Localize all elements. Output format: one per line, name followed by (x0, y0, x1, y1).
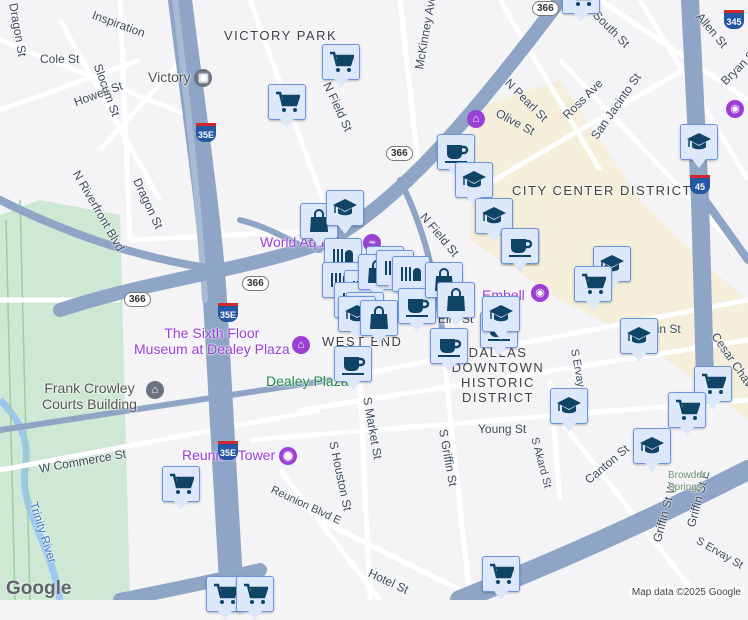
district-victory-park: VICTORY PARK (224, 28, 338, 43)
place-sixth-floor-museum[interactable]: The Sixth Floor Museum at Dealey Plaza (134, 325, 290, 357)
cart-marker[interactable] (482, 556, 520, 600)
cart-icon (490, 563, 514, 584)
grad-marker[interactable] (550, 388, 588, 432)
cart-marker[interactable] (162, 466, 200, 510)
grad-icon (482, 207, 506, 224)
store-icon (401, 267, 421, 281)
grad-icon (627, 327, 651, 344)
building-icon: ⌂ (146, 381, 164, 399)
place-victory-station[interactable]: Victory ▣ (148, 69, 213, 88)
cart-icon (170, 473, 194, 494)
i35e-shield: 35E (196, 123, 216, 142)
grad-icon (462, 171, 486, 188)
route-366-shield: 366 (386, 146, 413, 161)
street-label: Cole St (40, 52, 80, 66)
grad-marker[interactable] (633, 428, 671, 472)
district-city-center: CITY CENTER DISTRICT (512, 183, 692, 198)
mug-icon (509, 239, 533, 257)
cart-icon (676, 399, 700, 420)
museum-icon: ⌂ (467, 110, 485, 128)
mug-icon (438, 339, 462, 357)
mug-marker[interactable] (430, 328, 468, 372)
grad-icon (333, 199, 357, 216)
route-366-shield: 366 (124, 292, 151, 307)
grad-icon (640, 437, 664, 454)
cart-marker[interactable] (574, 266, 612, 310)
camera-icon: ◉ (531, 284, 549, 302)
grad-icon (557, 397, 581, 414)
street-label: Young St (478, 422, 527, 436)
mug-icon (342, 357, 366, 375)
place-browder-springs: Browder Springs (668, 470, 706, 493)
grad-marker[interactable] (326, 190, 364, 234)
mug-marker[interactable] (334, 346, 372, 390)
grad-marker[interactable] (455, 162, 493, 206)
grad-marker[interactable] (680, 124, 718, 168)
i35e-shield: 35E (218, 303, 238, 322)
map-attribution[interactable]: Map data ©2025 Google (628, 587, 744, 598)
cart-marker[interactable] (562, 0, 600, 22)
place-reunion-tower[interactable]: Reunion Tower ◉ (182, 447, 298, 466)
cart-icon (276, 91, 300, 112)
bag-marker[interactable] (437, 282, 475, 326)
museum-icon: ⌂ (292, 336, 310, 354)
cart-icon (244, 583, 268, 604)
bag-icon (370, 306, 388, 329)
i45-shield: 45 (690, 175, 710, 194)
cart-marker[interactable] (236, 576, 274, 620)
route-366-shield: 366 (532, 1, 559, 16)
grad-marker[interactable] (620, 318, 658, 362)
cart-icon (582, 273, 606, 294)
bag-marker[interactable] (360, 300, 398, 344)
grad-icon (687, 133, 711, 150)
bag-icon (447, 288, 465, 311)
grad-marker[interactable] (482, 296, 520, 340)
mug-marker[interactable] (501, 228, 539, 272)
route-366-shield: 366 (242, 276, 269, 291)
place-frank-crowley-courts[interactable]: Frank Crowley Courts Building (42, 380, 137, 412)
cart-marker[interactable] (268, 84, 306, 128)
cart-marker[interactable] (668, 392, 706, 436)
cart-icon (214, 583, 238, 604)
train-icon: ▣ (194, 69, 213, 88)
i345-shield: 345 (724, 10, 744, 29)
cart-icon (575, 0, 592, 6)
cart-icon (330, 51, 354, 72)
cart-marker[interactable] (322, 44, 360, 88)
camera-icon: ◉ (279, 447, 298, 466)
i35e-shield: 35E (218, 441, 238, 460)
grad-icon (489, 305, 513, 322)
google-logo: Google (6, 578, 72, 599)
camera-icon: ◉ (726, 100, 744, 118)
